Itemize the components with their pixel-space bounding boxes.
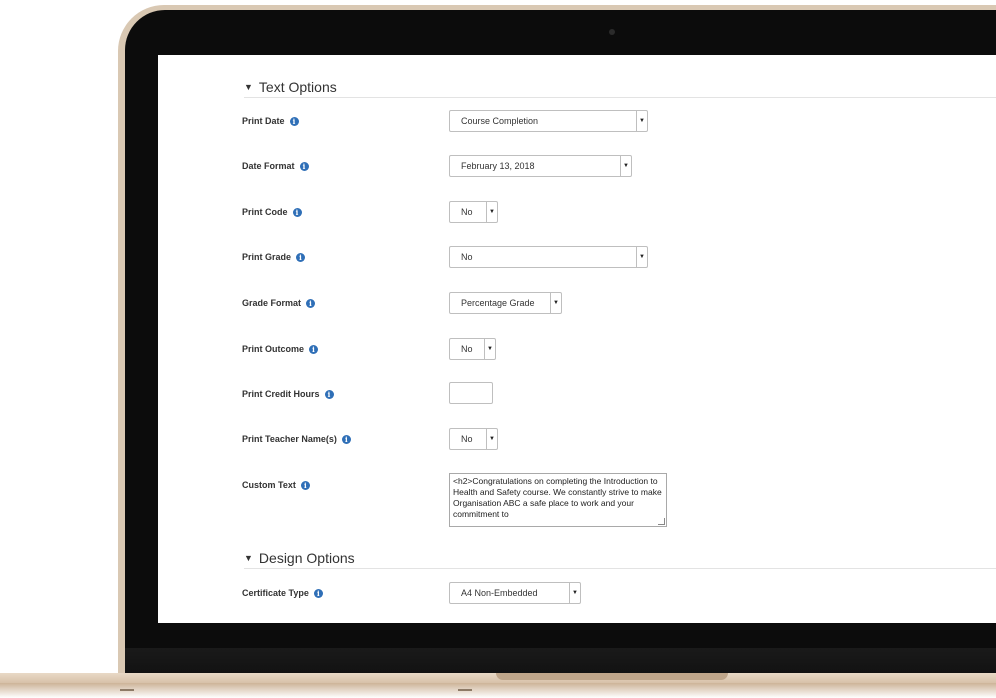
field-label-text: Print Grade: [242, 252, 292, 262]
certificate-type-label: Certificate Type i: [242, 588, 323, 598]
field-label-text: Print Date: [242, 116, 285, 126]
section-design-options[interactable]: ▼ Design Options: [244, 547, 355, 569]
info-icon[interactable]: i: [309, 344, 319, 354]
caret-down-icon: ▼: [244, 553, 253, 563]
info-icon[interactable]: i: [299, 161, 309, 171]
select-value: No: [461, 252, 473, 262]
select-value: February 13, 2018: [461, 161, 535, 171]
info-icon[interactable]: i: [289, 116, 299, 126]
resize-handle-icon[interactable]: [658, 518, 665, 525]
info-icon[interactable]: i: [300, 480, 310, 490]
print-outcome-select[interactable]: No ▼: [449, 338, 496, 360]
divider: [244, 568, 996, 569]
print-outcome-label: Print Outcome i: [242, 344, 319, 354]
settings-form: ▼ Text Options Print Date i Course Compl…: [158, 55, 996, 623]
certificate-type-select[interactable]: A4 Non-Embedded ▼: [449, 582, 581, 604]
field-label-text: Print Credit Hours: [242, 389, 320, 399]
laptop-base-shadow: [0, 683, 996, 698]
divider: [244, 97, 996, 98]
textarea-value: <h2>Congratulations on completing the In…: [453, 476, 662, 519]
select-value: Course Completion: [461, 116, 539, 126]
select-value: A4 Non-Embedded: [461, 588, 538, 598]
print-teacher-names-label: Print Teacher Name(s) i: [242, 434, 351, 444]
date-format-select[interactable]: February 13, 2018 ▼: [449, 155, 632, 177]
select-value: Percentage Grade: [461, 298, 535, 308]
field-label-text: Certificate Type: [242, 588, 309, 598]
print-grade-label: Print Grade i: [242, 252, 306, 262]
info-icon[interactable]: i: [296, 252, 306, 262]
chevron-down-icon: ▼: [486, 202, 497, 222]
chevron-down-icon: ▼: [486, 429, 497, 449]
print-code-select[interactable]: No ▼: [449, 201, 498, 223]
laptop-notch: [496, 673, 728, 680]
section-title: Design Options: [258, 550, 355, 566]
info-icon[interactable]: i: [292, 207, 302, 217]
laptop-bezel-bottom: [125, 648, 996, 674]
chevron-down-icon: ▼: [484, 339, 495, 359]
info-icon[interactable]: i: [324, 389, 334, 399]
info-icon[interactable]: i: [313, 588, 323, 598]
print-credit-hours-input[interactable]: [449, 382, 493, 404]
chevron-down-icon: ▼: [569, 583, 580, 603]
chevron-down-icon: ▼: [620, 156, 631, 176]
date-format-label: Date Format i: [242, 161, 309, 171]
custom-text-label: Custom Text i: [242, 480, 310, 490]
print-date-select[interactable]: Course Completion ▼: [449, 110, 648, 132]
info-icon[interactable]: i: [306, 298, 316, 308]
chevron-down-icon: ▼: [636, 111, 647, 131]
section-title: Text Options: [258, 79, 337, 95]
laptop-foot: [458, 689, 472, 691]
grade-format-label: Grade Format i: [242, 298, 316, 308]
print-teacher-names-select[interactable]: No ▼: [449, 428, 498, 450]
chevron-down-icon: ▼: [550, 293, 561, 313]
field-label-text: Print Teacher Name(s): [242, 434, 337, 444]
print-credit-hours-label: Print Credit Hours i: [242, 389, 334, 399]
print-grade-select[interactable]: No ▼: [449, 246, 648, 268]
field-label-text: Custom Text: [242, 480, 296, 490]
select-value: No: [461, 207, 473, 217]
chevron-down-icon: ▼: [636, 247, 647, 267]
field-label-text: Grade Format: [242, 298, 302, 308]
info-icon[interactable]: i: [341, 434, 351, 444]
field-label-text: Date Format: [242, 161, 295, 171]
print-date-label: Print Date i: [242, 116, 299, 126]
print-code-label: Print Code i: [242, 207, 302, 217]
custom-text-textarea[interactable]: <h2>Congratulations on completing the In…: [449, 473, 667, 527]
select-value: No: [461, 344, 473, 354]
laptop-foot: [120, 689, 134, 691]
camera-icon: [609, 29, 615, 35]
field-label-text: Print Code: [242, 207, 288, 217]
field-label-text: Print Outcome: [242, 344, 305, 354]
select-value: No: [461, 434, 473, 444]
section-text-options[interactable]: ▼ Text Options: [244, 76, 337, 98]
caret-down-icon: ▼: [244, 82, 253, 92]
grade-format-select[interactable]: Percentage Grade ▼: [449, 292, 562, 314]
